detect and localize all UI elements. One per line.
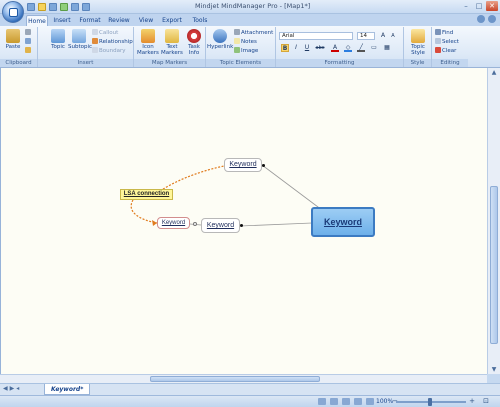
zoom-in-icon[interactable]: +: [468, 397, 476, 406]
map-sheet-tab[interactable]: Keyword*: [44, 384, 91, 395]
callout-lsa-connection[interactable]: LSA connection: [120, 189, 173, 200]
topic-node-top[interactable]: Keyword: [224, 158, 262, 172]
view-icon-3[interactable]: [342, 398, 350, 405]
view-icon-2[interactable]: [330, 398, 338, 405]
central-topic[interactable]: Keyword: [311, 207, 375, 237]
map-connections: [130, 164, 323, 227]
vertical-scrollbar[interactable]: ▲ ▼: [487, 68, 500, 374]
status-bar: 100% − + ⊡: [0, 395, 500, 407]
zoom-slider[interactable]: [396, 398, 466, 406]
scroll-down-icon[interactable]: ▼: [488, 365, 500, 374]
topic-node-top-handle[interactable]: [262, 164, 265, 167]
view-icon-5[interactable]: [366, 398, 374, 405]
scroll-up-icon[interactable]: ▲: [488, 68, 500, 77]
sheet-tab-bar: ◀▶◂ Keyword*: [0, 383, 500, 395]
zoom-slider-knob[interactable]: [428, 398, 432, 406]
view-icon-4[interactable]: [354, 398, 362, 405]
topic-node-right[interactable]: Keyword: [201, 218, 240, 233]
collapse-toggle-icon[interactable]: [193, 222, 197, 226]
view-icon-1[interactable]: [318, 398, 326, 405]
topic-node-right-handle[interactable]: [240, 224, 243, 227]
branch-line-right: [239, 222, 313, 227]
vertical-scroll-thumb[interactable]: [490, 186, 498, 344]
branch-line-top: [261, 164, 323, 211]
sheet-nav-arrows-icon[interactable]: ◀▶◂: [3, 385, 21, 392]
relationship-line-upper[interactable]: [159, 165, 225, 192]
fit-map-icon[interactable]: ⊡: [482, 397, 490, 406]
topic-node-left[interactable]: Keyword: [157, 217, 190, 229]
horizontal-scroll-thumb[interactable]: [150, 376, 320, 382]
relationship-line-lower[interactable]: [130, 199, 158, 224]
horizontal-scrollbar[interactable]: [0, 374, 487, 383]
application-menu-button[interactable]: [2, 1, 24, 23]
